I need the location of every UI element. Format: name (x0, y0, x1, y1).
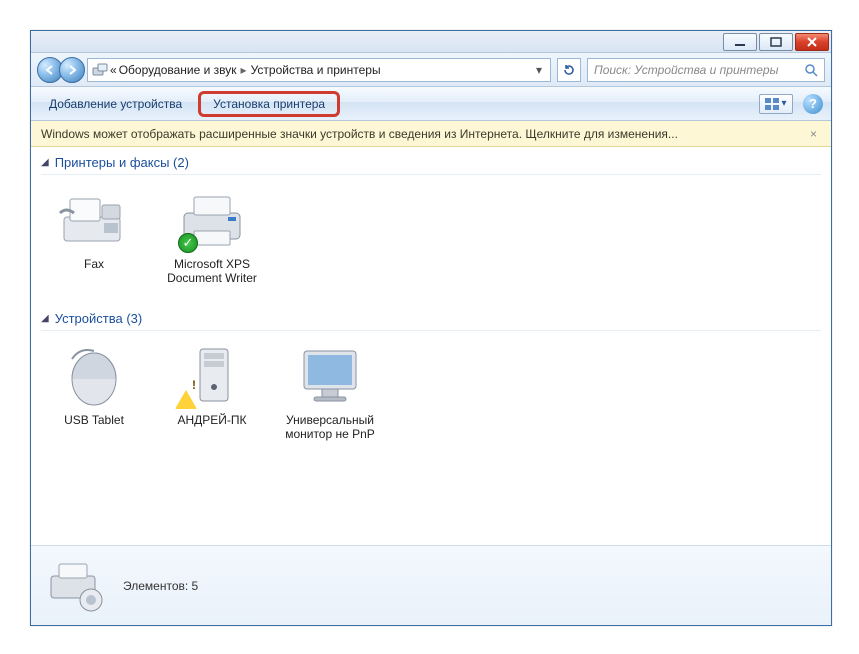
help-button[interactable]: ? (803, 94, 823, 114)
breadcrumb-part-2[interactable]: Устройства и принтеры (251, 63, 381, 77)
minimize-button[interactable] (723, 33, 757, 51)
device-label: USB Tablet (37, 413, 151, 427)
collapse-icon: ◢ (41, 313, 49, 324)
arrow-right-icon (66, 64, 78, 76)
tower-icon (170, 343, 254, 407)
titlebar (31, 31, 831, 53)
window: « Оборудование и звук ▸ Устройства и при… (30, 30, 832, 626)
device-label: Microsoft XPS Document Writer (155, 257, 269, 285)
breadcrumb-part-1[interactable]: Оборудование и звук (119, 63, 237, 77)
device-item-pc[interactable]: АНДРЕЙ-ПК (153, 339, 271, 445)
device-label: Fax (37, 257, 151, 271)
info-bar-text: Windows может отображать расширенные зна… (41, 127, 678, 141)
nav-buttons (37, 57, 81, 83)
group-title: Устройства (3) (55, 311, 143, 326)
device-item-xps[interactable]: ✓ Microsoft XPS Document Writer (153, 183, 271, 289)
refresh-icon (562, 63, 576, 77)
info-bar[interactable]: Windows может отображать расширенные зна… (31, 121, 831, 147)
group-title: Принтеры и факсы (2) (55, 155, 189, 170)
device-item-monitor[interactable]: Универсальный монитор не PnP (271, 339, 389, 445)
toolbar: Добавление устройства Установка принтера… (31, 87, 831, 121)
group-items-printers: Fax ✓ Microsoft XPS Document Writer (31, 175, 831, 303)
close-icon (806, 37, 818, 47)
group-header-printers[interactable]: ◢ Принтеры и факсы (2) (31, 147, 831, 174)
devices-icon (92, 62, 108, 78)
device-item-fax[interactable]: Fax (35, 183, 153, 289)
maximize-icon (770, 37, 782, 47)
mouse-icon (52, 343, 136, 407)
search-input[interactable]: Поиск: Устройства и принтеры (587, 58, 825, 82)
check-badge-icon: ✓ (178, 233, 198, 253)
breadcrumb-sep-icon: ▸ (239, 63, 249, 77)
address-bar: « Оборудование и звук ▸ Устройства и при… (31, 53, 831, 87)
breadcrumb[interactable]: « Оборудование и звук ▸ Устройства и при… (87, 58, 551, 82)
device-label: Универсальный монитор не PnP (273, 413, 387, 441)
minimize-icon (734, 37, 746, 47)
group-header-devices[interactable]: ◢ Устройства (3) (31, 303, 831, 330)
arrow-left-icon (44, 64, 56, 76)
monitor-icon (288, 343, 372, 407)
nav-forward-button[interactable] (59, 57, 85, 83)
printer-icon: ✓ (170, 187, 254, 251)
content-area: ◢ Принтеры и факсы (2) Fax (31, 147, 831, 545)
info-bar-close-button[interactable]: × (806, 127, 821, 141)
breadcrumb-dropdown-icon[interactable]: ▾ (532, 63, 546, 77)
refresh-button[interactable] (557, 58, 581, 82)
chevron-down-icon: ▾ (781, 98, 786, 109)
details-icon (45, 558, 109, 614)
collapse-icon: ◢ (41, 157, 49, 168)
help-icon: ? (809, 96, 817, 111)
view-icon (765, 98, 779, 110)
maximize-button[interactable] (759, 33, 793, 51)
device-item-usb-tablet[interactable]: USB Tablet (35, 339, 153, 445)
search-icon[interactable] (804, 63, 818, 77)
warning-badge-icon (176, 389, 196, 409)
breadcrumb-chevrons: « (110, 63, 117, 77)
device-label: АНДРЕЙ-ПК (155, 413, 269, 427)
add-device-button[interactable]: Добавление устройства (39, 93, 192, 115)
details-count: Элементов: 5 (123, 579, 198, 593)
search-placeholder: Поиск: Устройства и принтеры (594, 63, 778, 77)
details-pane: Элементов: 5 (31, 545, 831, 625)
group-items-devices: USB Tablet АНДРЕЙ-ПК (31, 331, 831, 459)
close-button[interactable] (795, 33, 829, 51)
view-options-button[interactable]: ▾ (759, 94, 793, 114)
fax-icon (52, 187, 136, 251)
add-printer-button[interactable]: Установка принтера (198, 91, 340, 117)
